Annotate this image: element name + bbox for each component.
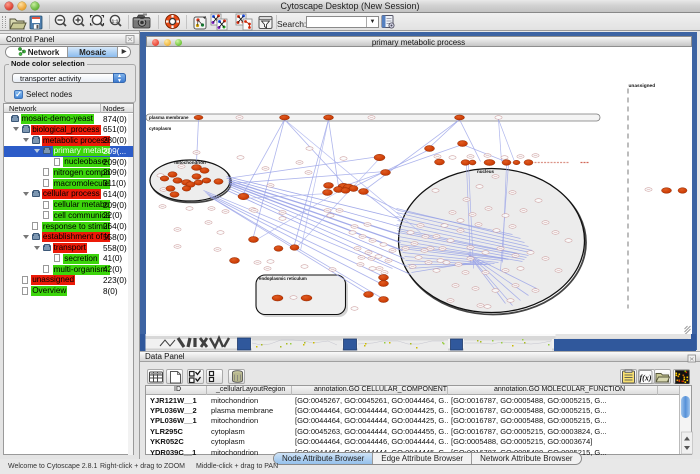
- svg-text:cytoplasm: cytoplasm: [149, 126, 171, 131]
- svg-text:nucleus: nucleus: [476, 169, 494, 174]
- svg-text:unassigned: unassigned: [628, 83, 655, 89]
- svg-text:mitochondrion: mitochondrion: [174, 160, 206, 165]
- svg-text:endoplasmic reticulum: endoplasmic reticulum: [259, 276, 307, 281]
- svg-text:plasma membrane: plasma membrane: [149, 115, 189, 120]
